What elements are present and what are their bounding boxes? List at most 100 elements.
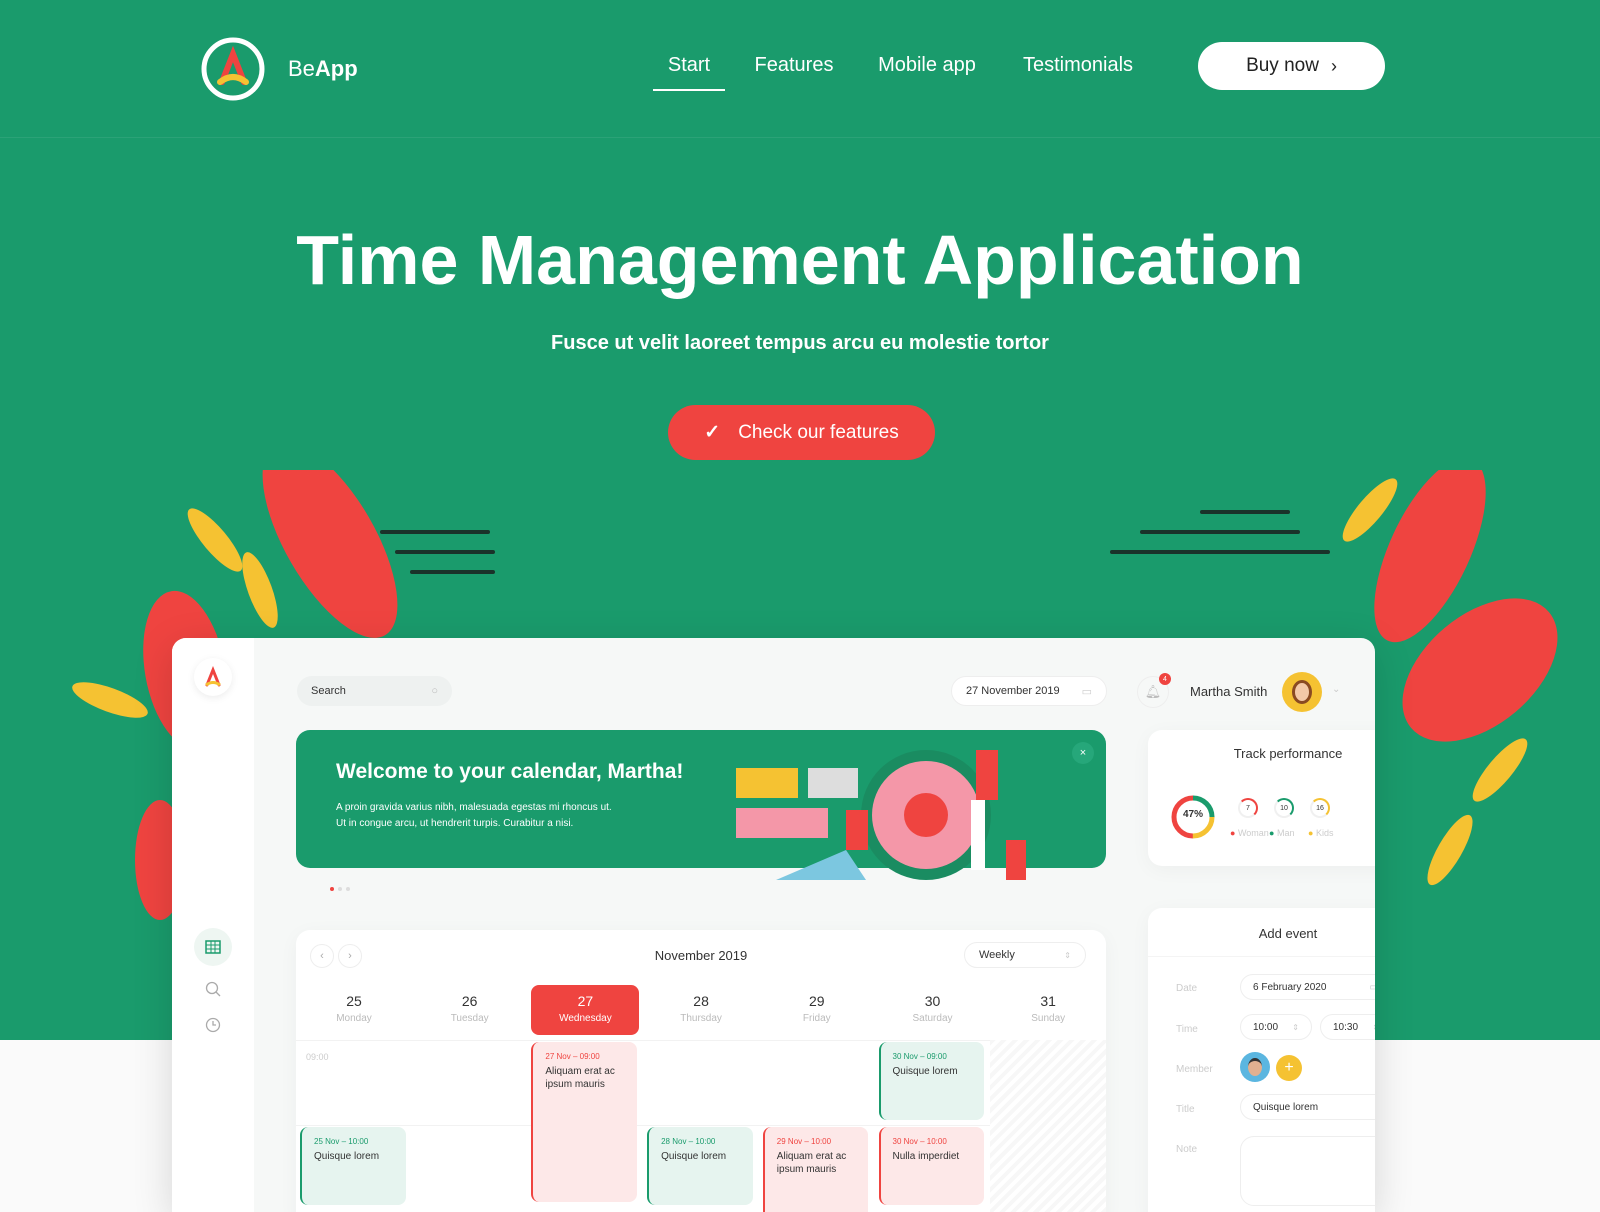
day-friday[interactable]: 29 Friday <box>763 985 871 1035</box>
pagination-dot[interactable] <box>338 887 342 891</box>
add-member-button[interactable]: + <box>1276 1055 1302 1081</box>
time-to-field[interactable]: 10:30 ⇕ <box>1320 1014 1375 1040</box>
legend-kids: ● Kids <box>1308 828 1333 838</box>
event-time: 30 Nov – 09:00 <box>892 1052 947 1061</box>
day-name: Monday <box>336 1013 372 1024</box>
track-title: Track performance <box>1233 746 1343 761</box>
hero-title: Time Management Application <box>296 221 1304 299</box>
grid-line <box>296 1040 1106 1041</box>
banner-pagination <box>330 887 350 891</box>
note-label: Note <box>1176 1144 1198 1155</box>
buy-now-button[interactable]: Buy now › <box>1198 42 1385 90</box>
event-title-value: Quisque lorem <box>1253 1101 1319 1113</box>
day-saturday[interactable]: 30 Saturday <box>879 985 987 1035</box>
nav-features[interactable]: Features <box>744 54 844 77</box>
calendar-grid-icon[interactable] <box>194 928 232 966</box>
brand-bold: App <box>314 56 358 81</box>
day-number: 26 <box>461 993 478 1009</box>
add-event-title: Add event <box>1258 926 1318 941</box>
event-title: Quisque lorem <box>892 1066 958 1077</box>
calendar-event[interactable]: 27 Nov – 09:00 Aliquam erat ac ipsum maur… <box>531 1042 638 1202</box>
user-avatar[interactable] <box>1282 672 1322 712</box>
app-sidebar <box>172 638 254 1212</box>
event-time: 25 Nov – 10:00 <box>314 1137 369 1146</box>
day-name: Saturday <box>912 1013 953 1024</box>
add-event-card: Add event Date 6 February 2020 ▭ Time 10:… <box>1148 908 1375 1212</box>
notification-badge: 4 <box>1159 673 1171 685</box>
user-name[interactable]: Martha Smith <box>1190 684 1267 699</box>
pagination-dot-active[interactable] <box>330 887 334 891</box>
day-sunday[interactable]: 31 Sunday <box>994 985 1102 1035</box>
app-logo[interactable] <box>194 658 232 696</box>
grid-line <box>296 1125 1106 1126</box>
note-textarea[interactable] <box>1240 1136 1375 1206</box>
event-time: 27 Nov – 09:00 <box>545 1052 600 1061</box>
calendar-event[interactable]: 30 Nov – 10:00 Nulla imperdiet <box>878 1127 985 1205</box>
banner-illustration <box>736 750 1026 880</box>
day-name: Wednesday <box>559 1013 612 1024</box>
day-thursday[interactable]: 28 Thursday <box>647 985 755 1035</box>
brand-logo[interactable] <box>200 36 266 102</box>
check-features-button[interactable]: ✓ Check our features <box>668 405 935 460</box>
stat-ring-kids: 16 <box>1310 798 1330 818</box>
calendar-event[interactable]: 30 Nov – 09:00 Quisque lorem <box>878 1042 985 1120</box>
nav-testimonials[interactable]: Testimonials <box>1013 54 1143 77</box>
app-window: Search ○ 27 November 2019 ▭ 🔔︎ 4 Martha Sm… <box>172 638 1375 1212</box>
current-date: 27 November 2019 <box>966 685 1060 697</box>
date-label: Date <box>1176 983 1198 994</box>
event-title: Quisque lorem <box>314 1151 380 1162</box>
event-title: Quisque lorem <box>661 1151 727 1162</box>
day-name: Friday <box>802 1013 831 1024</box>
calendar-event[interactable]: 25 Nov – 10:00 Quisque lorem <box>300 1127 406 1205</box>
notifications-button[interactable]: 🔔︎ 4 <box>1137 673 1171 708</box>
time-from: 10:00 <box>1253 1021 1279 1033</box>
day-monday[interactable]: 25 Monday <box>300 985 408 1035</box>
legend-label: Kids <box>1315 828 1334 838</box>
view-select[interactable]: Weekly ⇕ <box>964 942 1086 968</box>
calendar-event[interactable]: 29 Nov – 10:00 Aliquam erat ac ipsum maur… <box>762 1127 869 1212</box>
member-avatar[interactable] <box>1240 1052 1270 1082</box>
legend-man: ● Man <box>1269 828 1294 838</box>
day-number: 28 <box>693 993 709 1009</box>
legend-woman: ● Woman <box>1230 828 1269 838</box>
time-label: 09:00 <box>306 1052 329 1062</box>
clock-icon[interactable] <box>194 1006 232 1044</box>
total-percent: 47% <box>1182 809 1203 820</box>
close-banner-button[interactable]: × <box>1072 742 1094 764</box>
nav-start[interactable]: Start <box>653 54 725 77</box>
event-title-field[interactable]: Quisque lorem <box>1240 1094 1375 1120</box>
legend-label: Man <box>1276 828 1295 838</box>
time-from-field[interactable]: 10:00 ⇕ <box>1240 1014 1312 1040</box>
day-number: 31 <box>1040 993 1056 1009</box>
date-picker[interactable]: 27 November 2019 ▭ <box>951 676 1107 706</box>
chevron-down-icon[interactable]: ⌄ <box>1332 684 1340 695</box>
user-search-icon[interactable] <box>194 970 232 1008</box>
search-icon: ○ <box>431 685 438 697</box>
legend-dot: ● <box>1230 828 1236 838</box>
pagination-dot[interactable] <box>346 887 350 891</box>
calendar-event[interactable]: 28 Nov – 10:00 Quisque lorem <box>647 1127 753 1205</box>
member-label: Member <box>1176 1064 1213 1075</box>
day-tuesday[interactable]: 26 Tuesday <box>416 985 524 1035</box>
event-date-field[interactable]: 6 February 2020 ▭ <box>1240 974 1375 1000</box>
check-icon: ✓ <box>704 422 721 443</box>
search-input[interactable]: Search ○ <box>297 676 452 706</box>
nav-mobile-app[interactable]: Mobile app <box>867 54 987 77</box>
calendar-icon: ▭ <box>1369 981 1375 993</box>
buy-now-label: Buy now <box>1246 55 1319 76</box>
day-name: Tuesday <box>450 1013 489 1024</box>
day-wednesday[interactable]: 27 Wednesday <box>531 985 640 1035</box>
hero-subtitle: Fusce ut velit laoreet tempus arcu eu mo… <box>551 332 1049 354</box>
time-to: 10:30 <box>1333 1021 1359 1033</box>
brand-name: BeApp <box>288 56 358 82</box>
day-number: 25 <box>346 993 362 1009</box>
welcome-title: Welcome to your calendar, Martha! <box>336 760 684 783</box>
welcome-text-2: Ut in congue arcu, ut hendrerit turpis. … <box>336 818 574 829</box>
stat-ring-woman: 7 <box>1238 798 1258 818</box>
day-name: Sunday <box>1031 1013 1066 1024</box>
welcome-text-1: A proin gravida varius nibh, malesuada e… <box>336 802 612 813</box>
event-title: Nulla imperdiet <box>892 1151 960 1162</box>
time-label: Time <box>1176 1024 1198 1035</box>
day-number: 27 <box>577 993 594 1009</box>
weekend-hatch <box>990 1040 1106 1212</box>
